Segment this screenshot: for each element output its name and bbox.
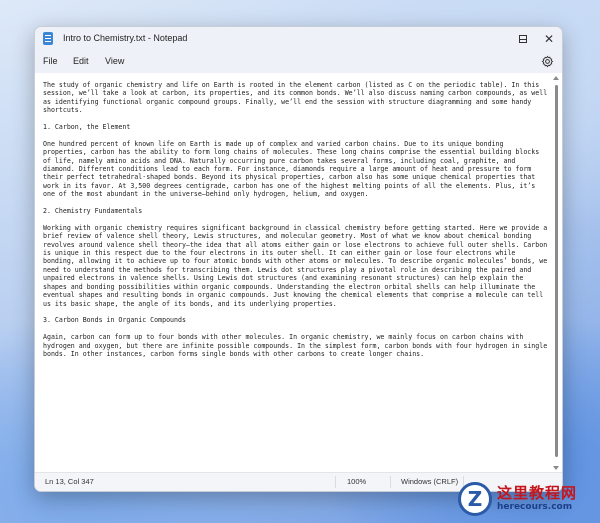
close-icon: ✕ [543,32,555,46]
scroll-thumb[interactable] [555,85,558,457]
text-editor[interactable]: The study of organic chemistry and life … [35,73,551,473]
document-text: The study of organic chemistry and life … [43,81,549,367]
title-bar[interactable]: Intro to Chemistry.txt - Notepad [35,27,562,51]
heading-carbon-bonds: 3. Carbon Bonds in Organic Compounds [43,316,186,325]
paragraph-intro: The study of organic chemistry and life … [43,81,548,115]
status-divider [335,476,336,488]
line-ending[interactable]: Windows (CRLF) [401,477,458,486]
watermark-logo: Z [458,482,492,516]
menu-view[interactable]: View [105,56,124,66]
paragraph-carbon-element: One hundred percent of known life on Ear… [43,139,540,199]
menu-edit[interactable]: Edit [73,56,89,66]
watermark-text: 这里教程网 herecours.com [497,485,577,513]
maximize-button[interactable] [510,27,536,51]
menu-bar: File Edit View [35,51,562,73]
status-divider [390,476,391,488]
vertical-scrollbar[interactable] [551,73,562,473]
maximize-icon [519,35,527,43]
close-button[interactable]: ✕ [536,27,562,51]
watermark-site-name: 这里教程网 [497,484,578,502]
paragraph-carbon-bonds: Again, carbon can form up to four bonds … [43,333,548,358]
zoom-level[interactable]: 100% [347,477,366,486]
gear-icon[interactable] [541,55,554,68]
scroll-down-arrow-icon[interactable] [553,466,559,470]
heading-chemistry-fundamentals: 2. Chemistry Fundamentals [43,207,143,216]
heading-carbon-element: 1. Carbon, the Element [43,123,131,132]
cursor-position: Ln 13, Col 347 [45,477,94,486]
window-title: Intro to Chemistry.txt - Notepad [63,33,188,43]
notepad-app-icon [43,32,53,45]
watermark-site-url: herecours.com [497,502,573,512]
site-watermark: Z 这里教程网 herecours.com [458,479,594,519]
watermark-logo-letter: Z [467,487,483,511]
menu-file[interactable]: File [43,56,58,66]
notepad-window: Intro to Chemistry.txt - Notepad ✕ File … [34,26,563,492]
paragraph-chemistry-fundamentals: Working with organic chemistry requires … [43,223,548,308]
scroll-up-arrow-icon[interactable] [553,76,559,80]
